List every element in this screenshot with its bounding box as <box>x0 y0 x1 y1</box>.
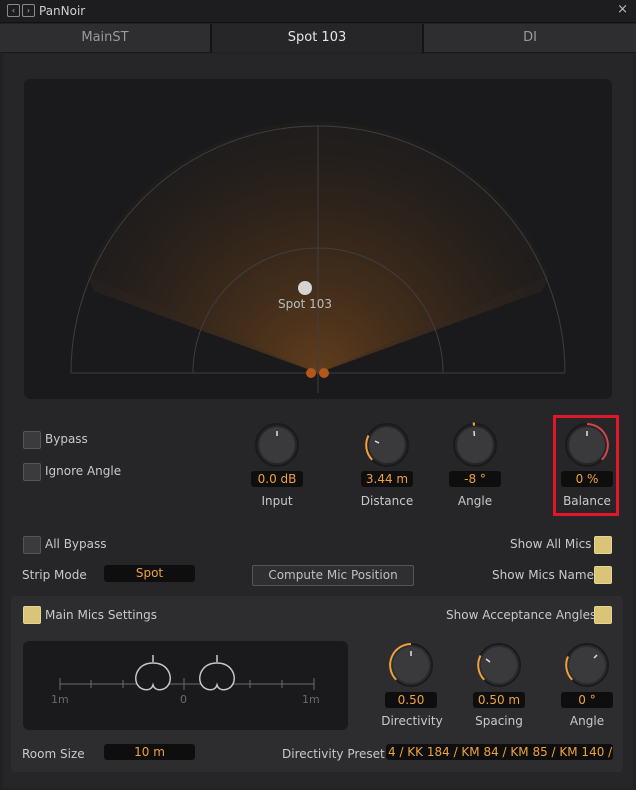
bypass-label: Bypass <box>45 432 88 446</box>
directivity-knob[interactable] <box>387 641 435 689</box>
show-acceptance-angles-label: Show Acceptance Angles <box>446 608 597 622</box>
spacing-value[interactable]: 0.50 m <box>473 692 525 708</box>
spot-mic-handle[interactable] <box>298 281 312 295</box>
show-all-mics-checkbox[interactable] <box>594 536 612 554</box>
pan-display[interactable]: Spot 103 <box>24 79 612 399</box>
tab-mainst[interactable]: MainST <box>0 24 210 53</box>
distance-value[interactable]: 3.44 m <box>361 471 413 487</box>
spot-mic-label: Spot 103 <box>278 297 332 311</box>
main-mic-left[interactable] <box>306 368 316 378</box>
directivity-label: Directivity <box>381 714 443 728</box>
all-bypass-checkbox[interactable] <box>23 536 41 554</box>
input-knob[interactable] <box>253 421 301 469</box>
main-mics-settings-label: Main Mics Settings <box>45 608 158 622</box>
window-title: PanNoir <box>39 4 86 18</box>
show-mics-name-checkbox[interactable] <box>594 566 612 584</box>
close-icon[interactable]: × <box>617 2 628 17</box>
show-mics-name-label: Show Mics Name <box>492 568 594 582</box>
distance-label: Distance <box>360 494 414 508</box>
all-bypass-label: All Bypass <box>45 537 107 551</box>
main-mics-settings-checkbox[interactable] <box>23 606 41 624</box>
ruler-left-label: 1m <box>51 693 69 706</box>
main-mic-right[interactable] <box>319 368 329 378</box>
ruler-center-label: 0 <box>180 693 187 706</box>
room-size-label: Room Size <box>22 747 85 761</box>
collapse-right-icon[interactable]: › <box>22 4 35 17</box>
bypass-checkbox[interactable] <box>23 431 41 449</box>
strip-mode-dropdown[interactable]: Spot <box>104 565 195 582</box>
strip-mode-label: Strip Mode <box>22 568 87 582</box>
directivity-preset-dropdown[interactable]: 4 / KK 184 / KM 84 / KM 85 / KM 140 / K <box>386 744 613 760</box>
mic-array-display[interactable]: 1m 0 1m <box>23 641 348 730</box>
input-value[interactable]: 0.0 dB <box>251 471 303 487</box>
spacing-knob[interactable] <box>475 641 523 689</box>
title-bar: ‹ › PanNoir × <box>0 0 636 23</box>
input-label: Input <box>261 494 293 508</box>
angle-knob[interactable] <box>451 421 499 469</box>
compute-mic-position-button[interactable]: Compute Mic Position <box>252 565 414 586</box>
angle-value[interactable]: -8 ° <box>449 471 501 487</box>
room-size-value[interactable]: 10 m <box>104 744 195 760</box>
ruler-right-label: 1m <box>302 693 320 706</box>
collapse-left-icon[interactable]: ‹ <box>7 4 20 17</box>
show-acceptance-angles-checkbox[interactable] <box>594 606 612 624</box>
angle-label: Angle <box>457 494 493 508</box>
mic-array-graphic <box>59 655 315 691</box>
tab-spot-103[interactable]: Spot 103 <box>212 24 422 52</box>
left-cardioid-icon <box>135 655 171 691</box>
distance-knob[interactable] <box>363 421 411 469</box>
spacing-label: Spacing <box>475 714 523 728</box>
right-cardioid-icon <box>199 655 235 691</box>
ignore-angle-label: Ignore Angle <box>45 464 122 478</box>
main-angle-knob[interactable] <box>563 641 611 689</box>
directivity-preset-label: Directivity Preset <box>282 747 385 761</box>
balance-highlight-frame <box>553 415 619 516</box>
ignore-angle-checkbox[interactable] <box>23 463 41 481</box>
main-angle-value[interactable]: 0 ° <box>561 692 613 708</box>
pan-field-graphic <box>70 121 566 393</box>
show-all-mics-label: Show All Mics <box>510 537 592 551</box>
directivity-value[interactable]: 0.50 <box>385 692 437 708</box>
main-angle-label: Angle <box>569 714 605 728</box>
tab-di[interactable]: DI <box>424 24 636 53</box>
